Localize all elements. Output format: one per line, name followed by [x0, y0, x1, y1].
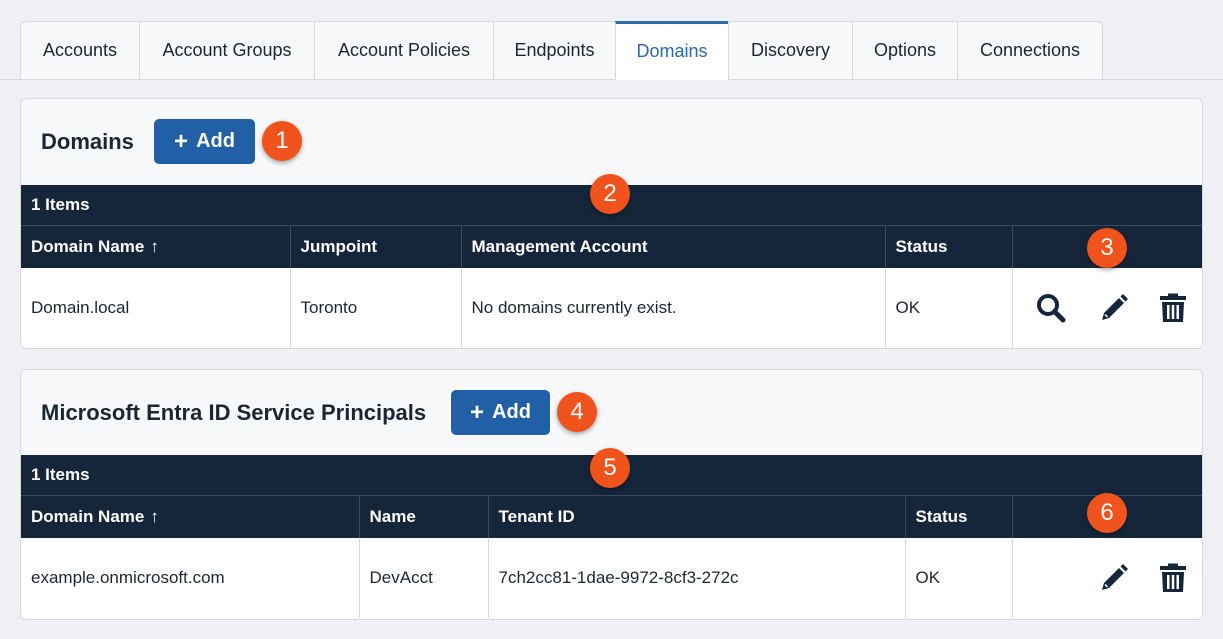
entra-table-header: Domain Name ↑ Name Tenant ID Status: [21, 496, 1202, 538]
col-status[interactable]: Status: [905, 496, 1013, 538]
tab-accounts[interactable]: Accounts: [20, 21, 139, 80]
callout-badge-1: 1: [262, 121, 302, 161]
cell-status: OK: [885, 268, 1013, 348]
trash-icon[interactable]: [1159, 293, 1187, 323]
entra-table: Domain Name ↑ Name Tenant ID Status examp…: [21, 496, 1202, 618]
pencil-icon[interactable]: [1099, 563, 1129, 593]
table-row: example.onmicrosoft.com DevAcct 7ch2cc81…: [21, 538, 1202, 618]
cell-tenant-id: 7ch2cc81-1dae-9972-8cf3-272c: [488, 538, 906, 618]
domains-panel-header: Domains + Add: [21, 99, 1202, 185]
callout-badge-3: 3: [1087, 228, 1127, 268]
search-icon[interactable]: [1035, 292, 1067, 324]
row-actions: [1012, 268, 1202, 348]
domains-table-header: Domain Name ↑ Jumpoint Management Account…: [21, 226, 1202, 268]
sort-up-icon: ↑: [150, 237, 159, 256]
col-management-account[interactable]: Management Account: [461, 226, 886, 268]
add-entra-label: Add: [492, 401, 531, 423]
plus-icon: +: [470, 398, 485, 426]
tab-account-policies[interactable]: Account Policies: [314, 21, 493, 80]
cell-name: DevAcct: [359, 538, 489, 618]
col-jumpoint[interactable]: Jumpoint: [290, 226, 462, 268]
tab-options[interactable]: Options: [852, 21, 957, 80]
cell-jumpoint: Toronto: [290, 268, 462, 348]
tab-endpoints[interactable]: Endpoints: [493, 21, 615, 80]
col-name[interactable]: Name: [359, 496, 489, 538]
col-domain-name[interactable]: Domain Name ↑: [21, 496, 360, 538]
cell-domain-name: example.onmicrosoft.com: [21, 538, 360, 618]
col-tenant-id[interactable]: Tenant ID: [488, 496, 906, 538]
col-status[interactable]: Status: [885, 226, 1013, 268]
tab-list: Accounts Account Groups Account Policies…: [20, 21, 1103, 80]
tab-account-groups[interactable]: Account Groups: [139, 21, 314, 80]
cell-management-account: No domains currently exist.: [461, 268, 886, 348]
pencil-icon[interactable]: [1099, 293, 1129, 323]
trash-icon[interactable]: [1159, 563, 1187, 593]
callout-badge-2: 2: [590, 174, 630, 214]
callout-badge-5: 5: [590, 448, 630, 488]
callout-badge-6: 6: [1087, 493, 1127, 533]
tab-connections[interactable]: Connections: [957, 21, 1103, 80]
add-domain-label: Add: [196, 130, 235, 152]
add-domain-button[interactable]: + Add: [154, 119, 255, 164]
entra-title: Microsoft Entra ID Service Principals: [41, 400, 427, 425]
callout-badge-4: 4: [557, 392, 597, 432]
row-actions: [1012, 538, 1202, 618]
domains-panel: Domains + Add 1 Items Domain Name ↑ Jumpo…: [20, 98, 1203, 349]
add-entra-principal-button[interactable]: + Add: [451, 390, 550, 435]
tab-domains[interactable]: Domains: [615, 21, 728, 80]
domains-table: Domain Name ↑ Jumpoint Management Account…: [21, 226, 1202, 348]
col-domain-name[interactable]: Domain Name ↑: [21, 226, 291, 268]
sort-up-icon: ↑: [150, 507, 159, 526]
tab-discovery[interactable]: Discovery: [728, 21, 852, 80]
plus-icon: +: [174, 127, 189, 155]
entra-panel-header: Microsoft Entra ID Service Principals + …: [21, 370, 1202, 455]
tab-bar: Accounts Account Groups Account Policies…: [0, 0, 1223, 80]
cell-status: OK: [905, 538, 1013, 618]
entra-panel: Microsoft Entra ID Service Principals + …: [20, 369, 1203, 620]
table-row: Domain.local Toronto No domains currentl…: [21, 268, 1202, 348]
cell-domain-name: Domain.local: [21, 268, 291, 348]
domains-title: Domains: [41, 129, 134, 154]
